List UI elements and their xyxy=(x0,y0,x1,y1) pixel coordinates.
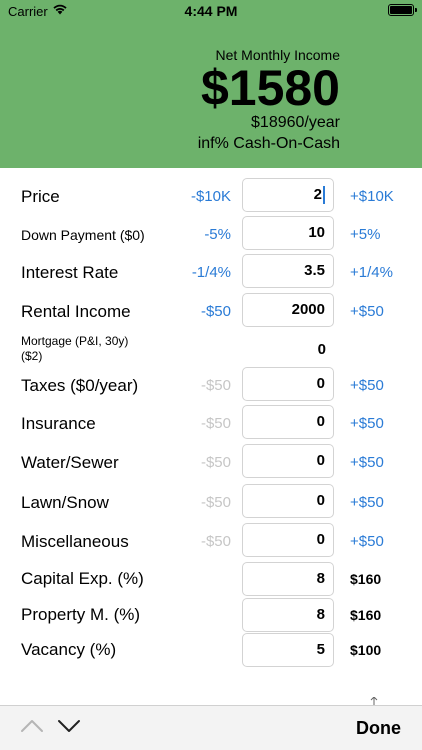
rental-income-label: Rental Income xyxy=(21,302,131,321)
taxes-input[interactable]: 0 xyxy=(242,367,334,401)
row-mortgage: Mortgage (P&I, 30y) ($2) 0 xyxy=(0,333,422,367)
taxes-increase-button[interactable]: +$50 xyxy=(350,377,384,394)
mortgage-value: 0 xyxy=(317,341,326,358)
lawn-snow-label: Lawn/Snow xyxy=(21,493,109,512)
rental-income-increase-button[interactable]: +$50 xyxy=(350,303,384,320)
lawn-snow-increase-button[interactable]: +$50 xyxy=(350,494,384,511)
battery-icon xyxy=(388,4,417,16)
row-lawn-snow: Lawn/Snow -$50 0 +$50 xyxy=(0,484,422,520)
chevron-down-icon[interactable] xyxy=(57,718,81,734)
row-insurance: Insurance -$50 0 +$50 xyxy=(0,405,422,441)
down-payment-input[interactable]: 10 xyxy=(242,216,334,250)
insurance-decrease-button[interactable]: -$50 xyxy=(175,415,231,432)
property-management-input[interactable]: 8 xyxy=(242,598,334,632)
price-input[interactable]: 2 xyxy=(242,178,334,212)
water-sewer-input[interactable]: 0 xyxy=(242,444,334,478)
status-time: 4:44 PM xyxy=(184,3,238,19)
water-sewer-increase-button[interactable]: +$50 xyxy=(350,454,384,471)
rental-income-input[interactable]: 2000 xyxy=(242,293,334,327)
chevron-up-icon[interactable] xyxy=(20,718,44,734)
row-price: Price -$10K 2 +$10K xyxy=(0,178,422,214)
lawn-snow-decrease-button[interactable]: -$50 xyxy=(175,494,231,511)
insurance-label: Insurance xyxy=(21,414,96,433)
taxes-decrease-button[interactable]: -$50 xyxy=(175,377,231,394)
row-interest-rate: Interest Rate -1/4% 3.5 +1/4% xyxy=(0,254,422,290)
price-decrease-button[interactable]: -$10K xyxy=(175,188,231,205)
yearly-income-value: $18960/year xyxy=(251,114,340,131)
price-increase-button[interactable]: +$10K xyxy=(350,188,394,205)
property-management-amount: $160 xyxy=(350,607,382,623)
down-payment-decrease-button[interactable]: -5% xyxy=(175,226,231,243)
taxes-label: Taxes ($0/year) xyxy=(21,376,139,395)
miscellaneous-input[interactable]: 0 xyxy=(242,523,334,557)
net-monthly-income-value: $1580 xyxy=(200,60,340,116)
mortgage-amount-label: ($2) xyxy=(21,349,43,363)
status-bar: Carrier 4:44 PM xyxy=(0,0,422,24)
row-miscellaneous: Miscellaneous -$50 0 +$50 xyxy=(0,523,422,559)
miscellaneous-decrease-button[interactable]: -$50 xyxy=(175,533,231,550)
cash-on-cash-value: inf% Cash-On-Cash xyxy=(197,135,340,152)
price-label: Price xyxy=(21,187,60,206)
vacancy-amount: $100 xyxy=(350,642,382,658)
mortgage-label: Mortgage (P&I, 30y) xyxy=(21,334,129,348)
water-sewer-label: Water/Sewer xyxy=(21,453,119,472)
keyboard-toolbar: Done xyxy=(0,705,422,750)
interest-rate-input[interactable]: 3.5 xyxy=(242,254,334,288)
row-rental-income: Rental Income -$50 2000 +$50 xyxy=(0,293,422,329)
summary-header: Carrier 4:44 PM Net Monthly Income $1580… xyxy=(0,0,422,168)
capital-exp-amount: $160 xyxy=(350,571,382,587)
row-down-payment: Down Payment ($0) -5% 10 +5% xyxy=(0,216,422,252)
water-sewer-decrease-button[interactable]: -$50 xyxy=(175,454,231,471)
miscellaneous-increase-button[interactable]: +$50 xyxy=(350,533,384,550)
down-payment-label: Down Payment ($0) xyxy=(21,227,145,243)
capital-exp-label: Capital Exp. (%) xyxy=(21,569,144,588)
vacancy-label: Vacancy (%) xyxy=(21,640,117,659)
property-management-label: Property M. (%) xyxy=(21,605,141,624)
insurance-input[interactable]: 0 xyxy=(242,405,334,439)
miscellaneous-label: Miscellaneous xyxy=(21,532,129,551)
insurance-increase-button[interactable]: +$50 xyxy=(350,415,384,432)
row-water-sewer: Water/Sewer -$50 0 +$50 xyxy=(0,444,422,480)
text-cursor xyxy=(323,186,325,205)
vacancy-input[interactable]: 5 xyxy=(242,633,334,667)
interest-rate-label: Interest Rate xyxy=(21,263,119,282)
done-button[interactable]: Done xyxy=(356,718,401,739)
row-property-management: Property M. (%) 8 $160 xyxy=(0,598,422,632)
down-payment-increase-button[interactable]: +5% xyxy=(350,226,380,243)
row-vacancy: Vacancy (%) 5 $100 xyxy=(0,633,422,667)
rental-income-decrease-button[interactable]: -$50 xyxy=(175,303,231,320)
capital-exp-input[interactable]: 8 xyxy=(242,562,334,596)
row-capital-exp: Capital Exp. (%) 8 $160 xyxy=(0,562,422,596)
interest-rate-increase-button[interactable]: +1/4% xyxy=(350,264,393,281)
interest-rate-decrease-button[interactable]: -1/4% xyxy=(175,264,231,281)
lawn-snow-input[interactable]: 0 xyxy=(242,484,334,518)
row-taxes: Taxes ($0/year) -$50 0 +$50 xyxy=(0,367,422,403)
scroll-indicator-icon xyxy=(370,697,378,705)
